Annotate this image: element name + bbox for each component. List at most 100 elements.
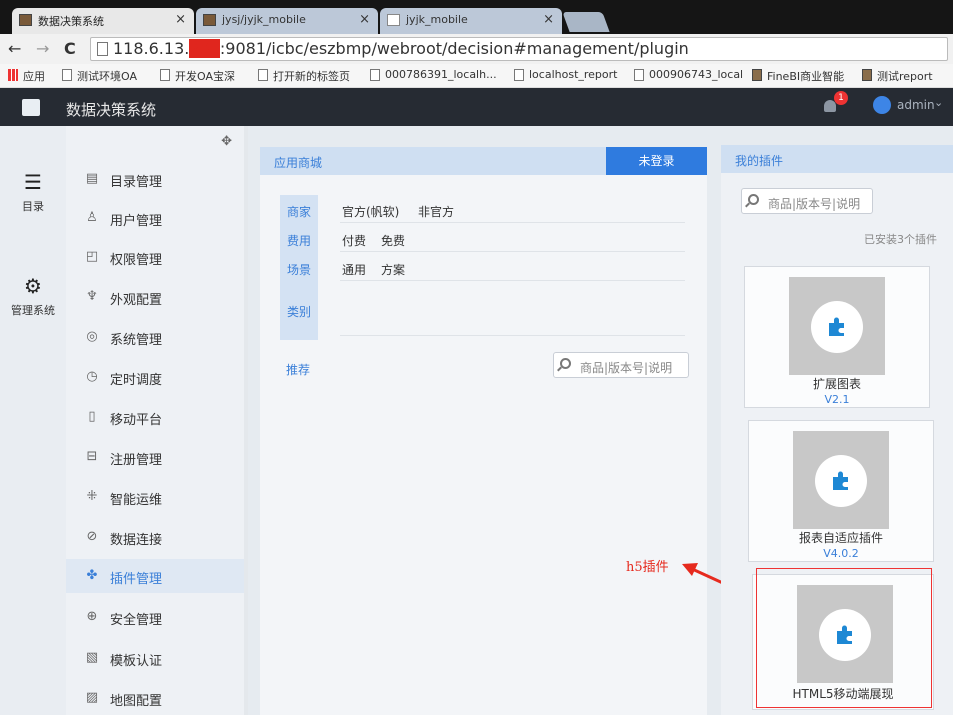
url-suffix: :9081/icbc/eszbmp/webroot/decision#manag… (219, 39, 689, 58)
page-icon (62, 69, 72, 81)
close-icon[interactable]: × (543, 12, 554, 27)
filter-option-official[interactable]: 官方(帆软) (342, 203, 399, 220)
pin-icon[interactable]: ✥ (221, 134, 232, 149)
tab-decision-system[interactable]: 数据决策系统 × (12, 8, 194, 34)
filter-label-scenario: 场景 (286, 263, 311, 277)
plugin-version: V2.1 (824, 393, 850, 406)
browser-tab-strip: 数据决策系统 × jysj/jyjk_mobile × jyjk_mobile … (0, 0, 953, 34)
user-name[interactable]: admin (897, 98, 935, 112)
tab-favicon (19, 14, 32, 26)
sidebar-item-permissions[interactable]: ◰ 权限管理 (66, 240, 244, 274)
chevron-down-icon[interactable]: ⌄ (934, 96, 943, 109)
sidebar-item-appearance[interactable]: ♆ 外观配置 (66, 280, 244, 314)
recommend-tab[interactable]: 推荐 (286, 361, 310, 378)
sidebar-item-label: 注册管理 (110, 453, 163, 468)
plugin-thumbnail (793, 431, 889, 529)
my-plugins-search-input[interactable]: 商品|版本号|说明 (741, 188, 873, 214)
close-icon[interactable]: × (175, 12, 186, 27)
sidebar-item-label: 目录管理 (110, 175, 163, 190)
filter-labels: 商家 费用 场景 类别 (280, 195, 318, 340)
rail-label: 管理系统 (11, 304, 55, 317)
back-arrow-icon[interactable]: ← (8, 39, 21, 58)
sidebar-item-system[interactable]: ◎ 系统管理 (66, 320, 244, 354)
filter-option-general[interactable]: 通用 (342, 261, 366, 278)
sidebar-item-label: 地图配置 (110, 694, 163, 709)
page-icon (634, 69, 644, 81)
avatar[interactable] (873, 96, 891, 114)
search-placeholder: 商品|版本号|说明 (768, 197, 861, 211)
url-input[interactable]: 118.6.13.201:9081/icbc/eszbmp/webroot/de… (90, 37, 948, 61)
page-icon (160, 69, 170, 81)
plugin-icon: ✤ (86, 568, 98, 583)
sidebar-item-security[interactable]: ⊕ 安全管理 (66, 600, 244, 634)
page-icon (97, 42, 108, 56)
ops-icon: ⁜ (86, 489, 98, 504)
register-icon: ⊟ (86, 449, 98, 464)
filter-option-free[interactable]: 免费 (381, 232, 405, 249)
tab-title: 数据决策系统 (38, 15, 104, 28)
plugin-name: 扩展图表 (812, 377, 861, 391)
sidebar-item-catalog[interactable]: ▤ 目录管理 (66, 162, 244, 196)
login-button[interactable]: 未登录 (606, 147, 707, 175)
filter-row-scenario: 通用 方案 (340, 255, 685, 281)
plugin-circle (815, 455, 867, 507)
store-header: 应用商城 未登录 (260, 147, 707, 175)
sidebar: ✥ ▤ 目录管理 ♙ 用户管理 ◰ 权限管理 ♆ 外观配置 ◎ 系统管理 ◷ 定时调度 ▯ 移… (66, 126, 246, 715)
app-logo (22, 99, 40, 116)
close-icon[interactable]: × (359, 12, 370, 27)
bookmark-item[interactable]: 打开新的标签页 (258, 68, 350, 84)
sidebar-item-register[interactable]: ⊟ 注册管理 (66, 440, 244, 474)
sidebar-item-data-connection[interactable]: ⊘ 数据连接 (66, 520, 244, 554)
tab-title: jyjk_mobile (406, 13, 468, 26)
plugin-card[interactable]: 报表自适应插件 V4.0.2 (748, 420, 934, 562)
bookmark-item[interactable]: localhost_report (514, 68, 617, 81)
rail-item-catalog[interactable]: ☰ 目录 (0, 170, 66, 214)
tab-jysj-mobile[interactable]: jysj/jyjk_mobile × (196, 8, 378, 34)
bookmark-item[interactable]: 测试report (862, 68, 933, 84)
forward-arrow-icon[interactable]: → (36, 39, 49, 58)
notification-badge: 1 (834, 91, 848, 105)
sidebar-item-template[interactable]: ▧ 模板认证 (66, 641, 244, 675)
bookmark-item[interactable]: 开发OA宝深 (160, 68, 235, 84)
sidebar-item-schedule[interactable]: ◷ 定时调度 (66, 360, 244, 394)
bookmark-label: 开发OA宝深 (175, 70, 235, 83)
sidebar-item-ops[interactable]: ⁜ 智能运维 (66, 480, 244, 514)
filter-option-solution[interactable]: 方案 (381, 261, 405, 278)
bookmark-item[interactable]: 000906743_local (634, 68, 743, 81)
store-search-input[interactable]: 商品|版本号|说明 (553, 352, 689, 378)
sidebar-item-users[interactable]: ♙ 用户管理 (66, 201, 244, 235)
rail-item-management[interactable]: ⚙ 管理系统 (0, 274, 66, 318)
brush-icon: ♆ (86, 289, 98, 304)
search-icon (560, 358, 571, 369)
page-icon (258, 69, 268, 81)
sidebar-item-label: 系统管理 (110, 333, 163, 348)
sidebar-item-mobile[interactable]: ▯ 移动平台 (66, 400, 244, 434)
new-tab-button[interactable] (562, 12, 610, 32)
reload-icon[interactable]: C (64, 39, 76, 58)
tab-jyjk-mobile[interactable]: jyjk_mobile × (380, 8, 562, 34)
bookmark-item[interactable]: 测试环境OA (62, 68, 137, 84)
bookmark-item[interactable]: FineBI商业智能 (752, 68, 844, 84)
filter-option-unofficial[interactable]: 非官方 (418, 203, 454, 220)
sidebar-item-plugins[interactable]: ✤ 插件管理 (66, 559, 244, 593)
sidebar-item-label: 用户管理 (110, 214, 163, 229)
report-icon (862, 69, 872, 81)
security-icon: ⊕ (86, 609, 98, 624)
app-store-panel: 应用商城 未登录 商家 费用 场景 类别 官方(帆软) 非官方 付费 免费 通用… (260, 147, 707, 715)
store-title: 应用商城 (274, 156, 323, 170)
plugin-name: 报表自适应插件 (798, 531, 883, 545)
plugin-thumbnail (789, 277, 885, 375)
tab-favicon (387, 14, 400, 26)
template-icon: ▧ (85, 650, 99, 665)
filter-option-paid[interactable]: 付费 (342, 232, 366, 249)
plugin-card[interactable]: 扩展图表 V2.1 (744, 266, 930, 408)
bookmarks-bar: 应用 测试环境OA 开发OA宝深 打开新的标签页 000786391_local… (0, 64, 953, 88)
bookmark-item[interactable]: 000786391_localh... (370, 68, 497, 81)
link-icon: ⊘ (86, 529, 98, 544)
bookmark-label: 000786391_localh... (385, 68, 497, 81)
bookmark-label: 应用 (23, 70, 45, 83)
bookmark-apps[interactable]: 应用 (8, 68, 45, 84)
sidebar-item-map[interactable]: ▨ 地图配置 (66, 681, 244, 715)
tab-title: jysj/jyjk_mobile (222, 13, 306, 26)
installed-count: 已安装3个插件 (864, 233, 937, 246)
